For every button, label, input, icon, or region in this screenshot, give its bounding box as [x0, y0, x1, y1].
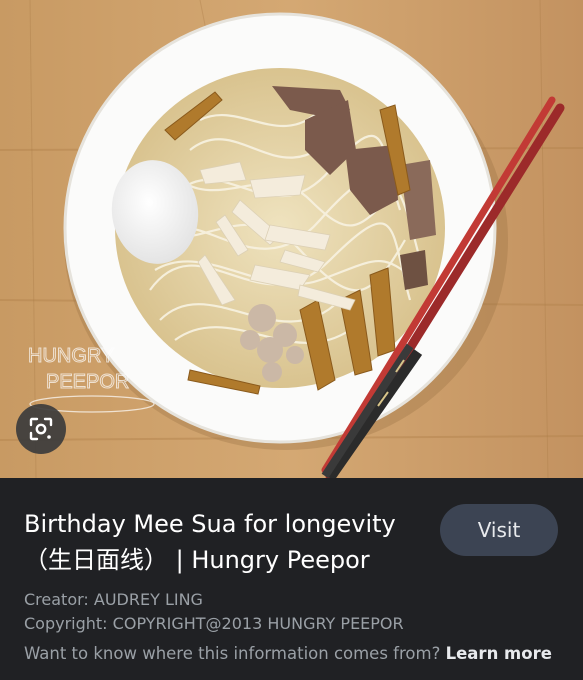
creator-line: Creator: AUDREY LING	[24, 590, 203, 609]
result-title[interactable]: Birthday Mee Sua for longevity （生日面线） | …	[24, 506, 424, 578]
info-source-line: Want to know where this information come…	[24, 644, 552, 663]
lens-icon	[29, 417, 53, 441]
noodle-soup-photo: HUNGRY PEEPOR	[0, 0, 583, 478]
result-image[interactable]: HUNGRY PEEPOR	[0, 0, 583, 478]
lens-button[interactable]	[16, 404, 66, 454]
watermark-line1: HUNGRY	[28, 345, 114, 367]
title-line-1: Birthday Mee Sua for longevity	[24, 510, 396, 538]
title-line-2: （生日面线） | Hungry Peepor	[24, 546, 370, 574]
visit-button[interactable]: Visit	[440, 504, 558, 556]
info-source-question: Want to know where this information come…	[24, 644, 441, 663]
copyright-line: Copyright: COPYRIGHT@2013 HUNGRY PEEPOR	[24, 614, 404, 633]
learn-more-link[interactable]: Learn more	[446, 644, 552, 663]
creator-value: AUDREY LING	[93, 590, 203, 609]
creator-label: Creator:	[24, 590, 89, 609]
copyright-label: Copyright:	[24, 614, 108, 633]
watermark-line2: PEEPOR	[46, 371, 129, 393]
copyright-value: COPYRIGHT@2013 HUNGRY PEEPOR	[112, 614, 404, 633]
info-panel: Birthday Mee Sua for longevity （生日面线） | …	[0, 478, 583, 680]
